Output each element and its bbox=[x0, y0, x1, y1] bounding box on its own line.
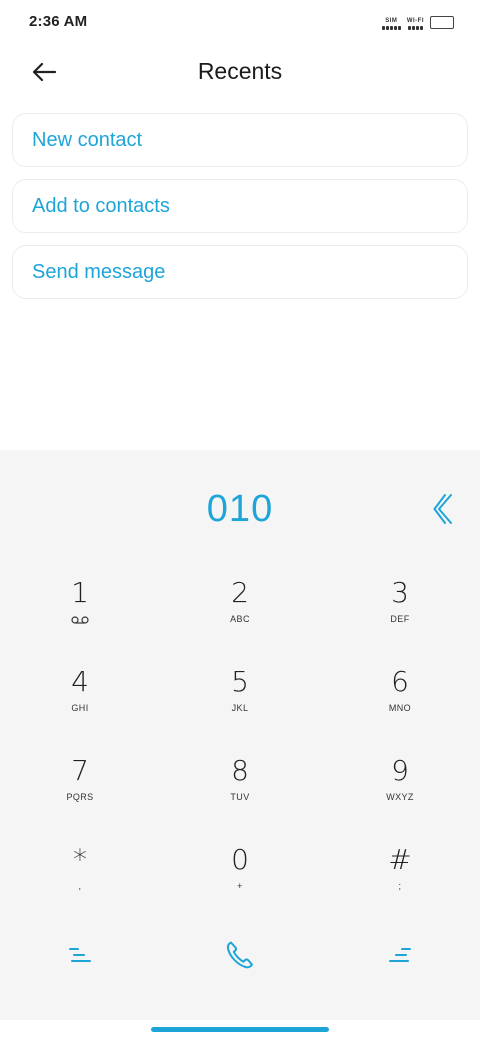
left-menu-button[interactable] bbox=[0, 935, 160, 975]
page-title: Recents bbox=[197, 58, 283, 84]
key-digit: # bbox=[388, 843, 412, 876]
key-5[interactable]: 5 JKL bbox=[160, 660, 320, 749]
key-letters: , bbox=[78, 881, 82, 891]
key-0[interactable]: 0 + bbox=[160, 838, 320, 927]
key-digit: 7 bbox=[71, 754, 89, 787]
home-indicator[interactable] bbox=[151, 1027, 329, 1032]
new-contact-button[interactable]: New contact bbox=[12, 113, 468, 167]
sim-signal-icon: SIM bbox=[381, 18, 401, 30]
key-star[interactable]: * , bbox=[0, 838, 160, 927]
key-digit: 6 bbox=[391, 665, 409, 698]
dialer-bottom-bar bbox=[0, 935, 480, 975]
key-digit: 9 bbox=[391, 754, 409, 787]
key-letters: WXYZ bbox=[386, 792, 414, 802]
menu-lines-icon bbox=[389, 948, 411, 962]
wifi-label: WI-FI bbox=[406, 18, 424, 24]
right-menu-button[interactable] bbox=[320, 935, 480, 975]
phone-icon bbox=[226, 941, 253, 969]
wifi-signal-icon: WI-FI bbox=[407, 18, 424, 30]
key-1[interactable]: 1 bbox=[0, 571, 160, 660]
voicemail-icon bbox=[71, 615, 89, 625]
menu-lines-icon bbox=[69, 948, 91, 962]
call-button[interactable] bbox=[160, 935, 320, 975]
status-time: 2:36 AM bbox=[29, 13, 88, 30]
key-8[interactable]: 8 TUV bbox=[160, 749, 320, 838]
sim-label: SIM bbox=[385, 18, 398, 24]
battery-icon bbox=[430, 16, 454, 29]
key-letters: DEF bbox=[390, 614, 410, 624]
key-letters: PQRS bbox=[66, 792, 94, 802]
backspace-chevron-icon bbox=[433, 494, 452, 524]
key-4[interactable]: 4 GHI bbox=[0, 660, 160, 749]
key-hash[interactable]: # ; bbox=[320, 838, 480, 927]
key-digit: 3 bbox=[391, 576, 409, 609]
key-9[interactable]: 9 WXYZ bbox=[320, 749, 480, 838]
key-letters: + bbox=[237, 881, 243, 891]
send-message-label: Send message bbox=[32, 260, 166, 283]
action-list: New contact Add to contacts Send message bbox=[12, 113, 468, 311]
key-6[interactable]: 6 MNO bbox=[320, 660, 480, 749]
recents-dialer-screen: 2:36 AM SIM WI-FI Recents New contact Ad… bbox=[0, 0, 480, 1040]
add-to-contacts-label: Add to contacts bbox=[32, 194, 170, 217]
dialer-panel: 010 1 2 ABC 3 DEF 4 GHI 5 JKL 6 MNO 7 PQ… bbox=[0, 450, 480, 1020]
key-7[interactable]: 7 PQRS bbox=[0, 749, 160, 838]
key-digit: 4 bbox=[71, 665, 89, 698]
key-letters: ; bbox=[398, 881, 402, 891]
keypad: 1 2 ABC 3 DEF 4 GHI 5 JKL 6 MNO 7 PQRS 8… bbox=[0, 571, 480, 927]
key-letters: TUV bbox=[230, 792, 250, 802]
key-digit: 1 bbox=[71, 576, 89, 609]
status-bar: 2:36 AM SIM WI-FI bbox=[0, 0, 480, 44]
key-3[interactable]: 3 DEF bbox=[320, 571, 480, 660]
add-to-contacts-button[interactable]: Add to contacts bbox=[12, 179, 468, 233]
key-letters: ABC bbox=[230, 614, 250, 624]
send-message-button[interactable]: Send message bbox=[12, 245, 468, 299]
key-digit: 5 bbox=[231, 665, 249, 698]
status-icons: SIM WI-FI bbox=[381, 12, 454, 30]
navigation-bar bbox=[0, 1020, 480, 1040]
new-contact-label: New contact bbox=[32, 128, 143, 151]
key-digit: 0 bbox=[231, 843, 249, 876]
key-digit: 8 bbox=[231, 754, 249, 787]
header: Recents bbox=[0, 44, 480, 100]
key-letters: GHI bbox=[71, 703, 89, 713]
key-digit: * bbox=[73, 843, 87, 876]
key-letters: MNO bbox=[388, 703, 412, 713]
dialed-number[interactable]: 010 bbox=[0, 488, 480, 531]
key-digit: 2 bbox=[231, 576, 249, 609]
key-2[interactable]: 2 ABC bbox=[160, 571, 320, 660]
backspace-button[interactable] bbox=[424, 488, 464, 530]
key-letters: JKL bbox=[231, 703, 249, 713]
